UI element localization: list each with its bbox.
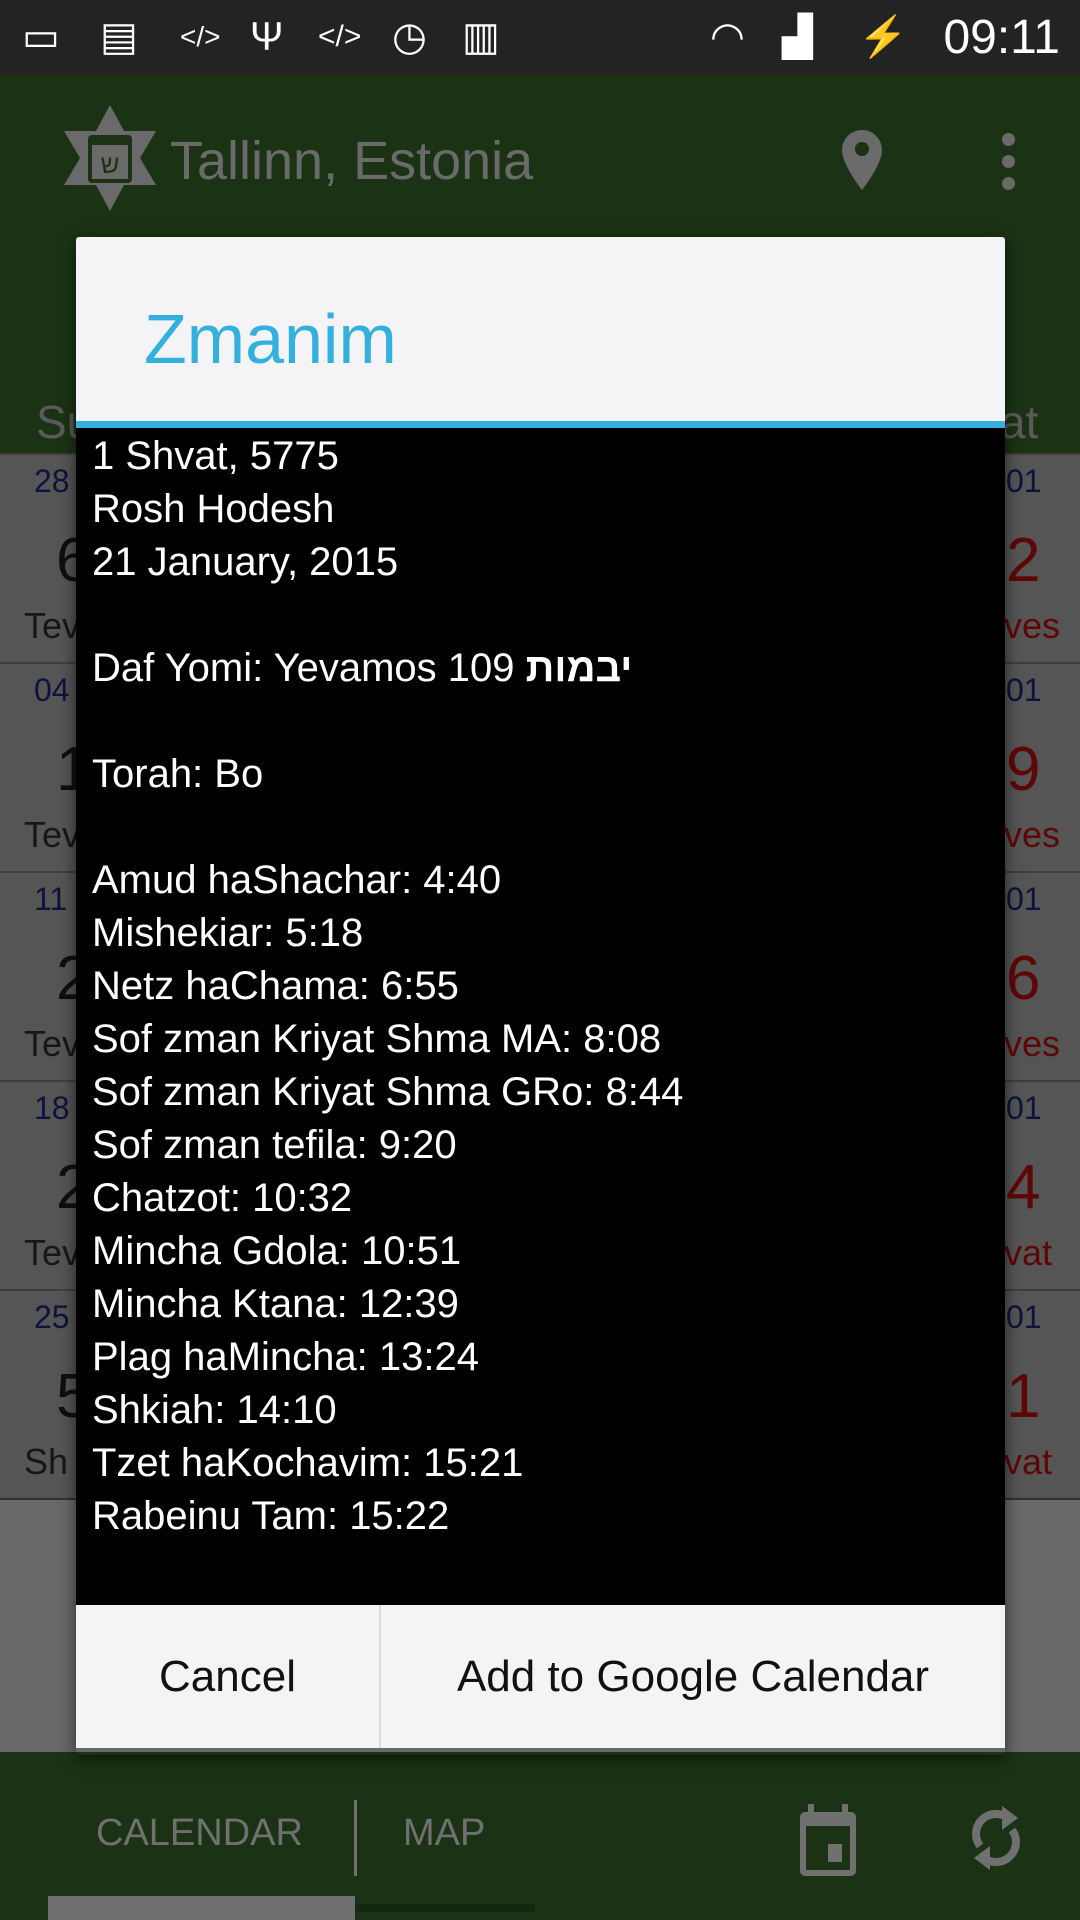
zman-item: Shkiah: 14:10 [92,1388,337,1432]
add-to-google-calendar-button[interactable]: Add to Google Calendar [381,1605,1005,1748]
bottom-bar: CALENDAR MAP [0,1752,1080,1920]
zmanim-list: Amud haShachar: 4:40 Mishekiar: 5:18 Netz … [92,854,1005,1543]
usb-icon: Ψ [250,15,284,59]
weekday-saturday: at [1000,396,1039,448]
location-title[interactable]: Tallinn, Estonia [170,130,533,192]
battery-charging-icon: ⚡ [858,15,908,59]
dialog-title: Zmanim [144,300,397,378]
zman-item: Sof zman tefila: 9:20 [92,1123,457,1167]
gregorian-date: 21 January, 2015 [92,540,399,584]
zmanim-dialog: Zmanim 1 Shvat, 5775 Rosh Hodesh 21 Janu… [76,237,1005,1755]
tab-indicator-track [355,1904,535,1912]
signal-icon: ▟ [782,15,813,59]
refresh-icon[interactable] [968,1802,1024,1874]
zmanim-content: 1 Shvat, 5775 Rosh Hodesh 21 January, 20… [76,428,1005,1605]
dialog-header: Zmanim [76,237,1005,428]
hebrew-date: 1 Shvat, 5775 [92,434,339,478]
clock: 09:11 [943,11,1060,64]
location-pin-icon[interactable] [842,130,882,190]
barcode-icon: ▥ [462,15,500,59]
zman-item: Chatzot: 10:32 [92,1176,353,1220]
holiday: Rosh Hodesh [92,487,335,531]
active-tab-indicator [48,1896,355,1920]
zman-item: Tzet haKochavim: 15:21 [92,1441,524,1485]
wifi-icon: ◠ [710,15,745,59]
tab-divider [354,1800,357,1876]
zman-item: Sof zman Kriyat Shma GRo: 8:44 [92,1070,684,1114]
tab-calendar[interactable]: CALENDAR [96,1812,303,1855]
daf-yomi-text: Daf Yomi: Yevamos 109 [92,646,515,690]
status-bar: ▭ ▤ </> Ψ </> ◷ ▥ ◠ ▟ ⚡ 09:11 [0,0,1080,75]
zman-item: Mincha Gdola: 10:51 [92,1229,462,1273]
zman-item: Plag haMincha: 13:24 [92,1335,479,1379]
zman-item: Amud haShachar: 4:40 [92,858,502,902]
zman-item: Netz haChama: 6:55 [92,964,459,1008]
cancel-button[interactable]: Cancel [76,1605,381,1748]
code-icon: </> [318,20,362,53]
image-icon: ▤ [100,15,138,59]
zman-item: Rabeinu Tam: 15:22 [92,1494,450,1538]
daf-yomi: Daf Yomi: Yevamos 109 יבמות [92,642,1005,695]
overflow-menu-icon[interactable] [996,133,1020,193]
dialog-buttons: Cancel Add to Google Calendar [76,1605,1005,1748]
zman-item: Sof zman Kriyat Shma MA: 8:08 [92,1017,662,1061]
daf-yomi-hebrew: יבמות [525,646,633,690]
zman-item: Mishekiar: 5:18 [92,911,364,955]
alarm-icon: ◷ [392,15,427,59]
battery-saver-icon: ▭ [22,15,60,59]
torah-portion: Torah: Bo [92,752,264,796]
zman-item: Mincha Ktana: 12:39 [92,1282,459,1326]
calendar-today-icon[interactable] [800,1804,856,1876]
app-logo-icon: ש [64,105,156,211]
svg-text:ש: ש [101,149,120,179]
code-icon: </> [180,21,221,52]
tab-map[interactable]: MAP [403,1812,485,1855]
